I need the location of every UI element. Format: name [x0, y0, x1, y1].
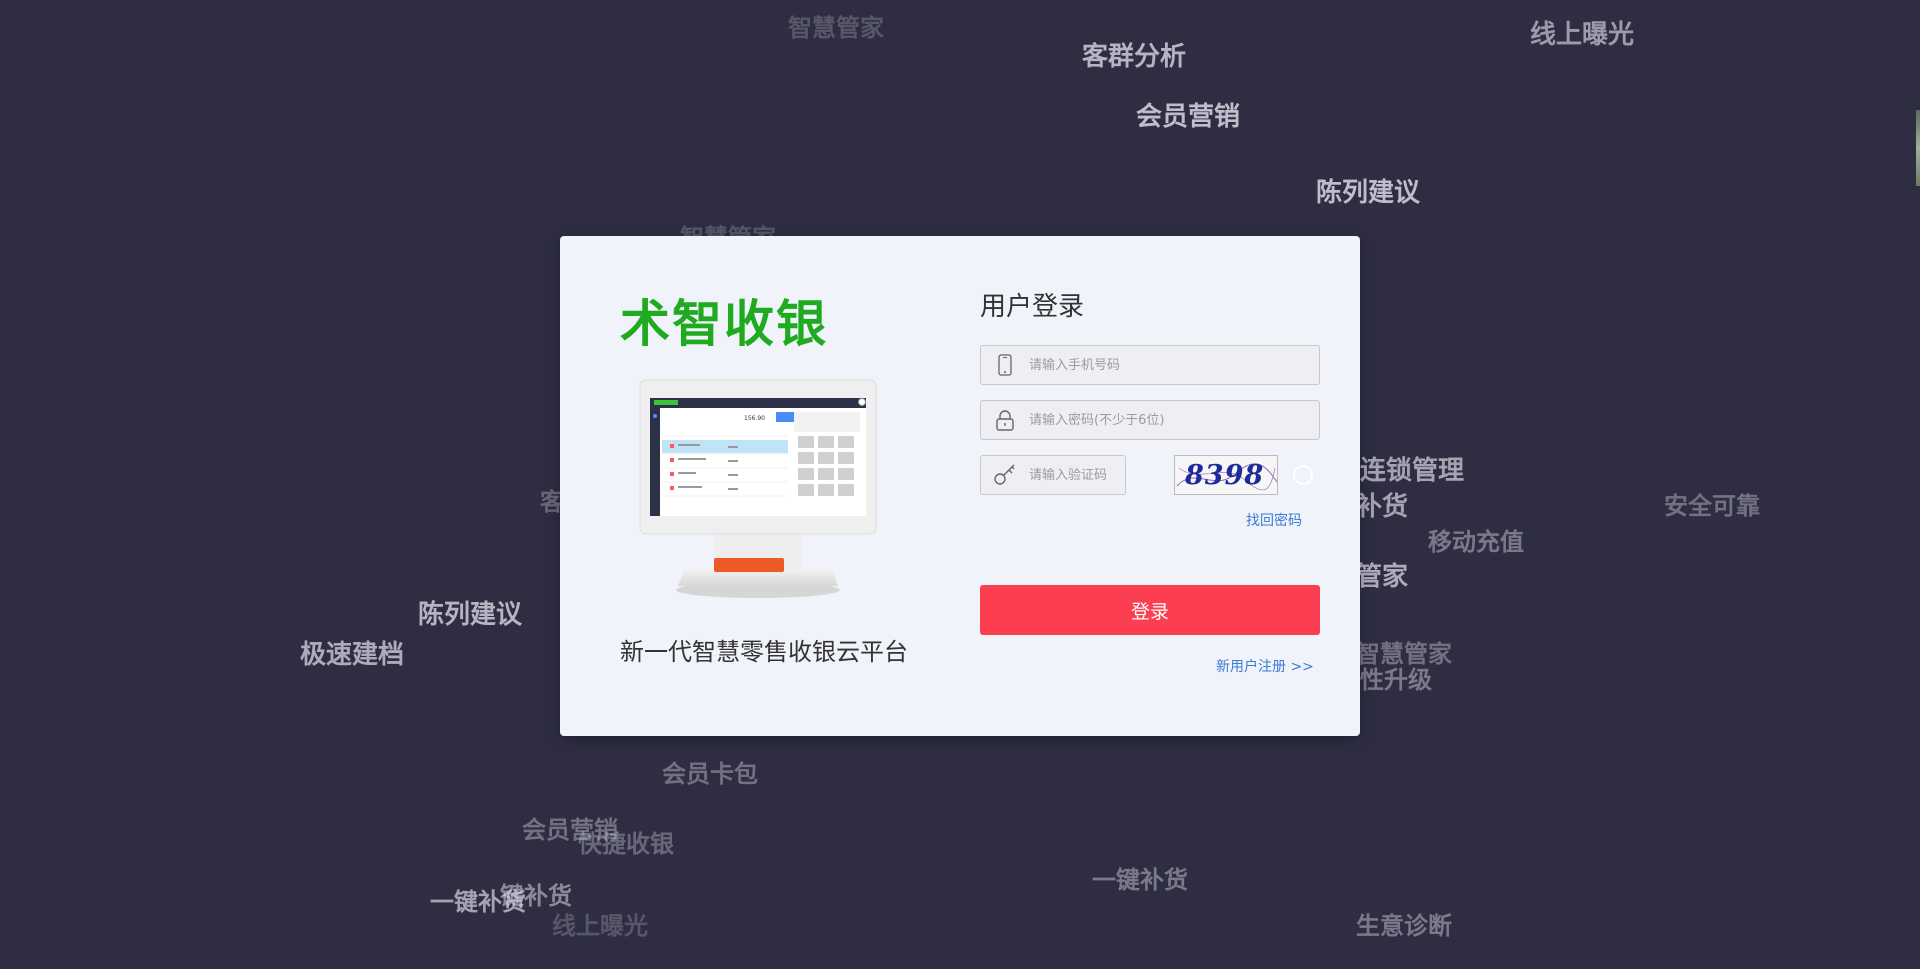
background-word: 快捷收银 — [578, 830, 674, 858]
background-word: 生意诊断 — [1356, 912, 1452, 940]
background-word: 客群分析 — [1082, 42, 1187, 72]
background-word: 会员卡包 — [662, 760, 758, 788]
form-title: 用户登录 — [980, 292, 1085, 322]
password-field[interactable] — [980, 400, 1320, 440]
background-word: 智慧管家 — [788, 14, 884, 42]
login-card: 术智收银 156.90 新一代智慧零售收银云平台 用户登录 请输入手机号码 请输… — [560, 236, 1360, 736]
brand-logo: 术智收银 — [620, 295, 828, 353]
captcha-input[interactable] — [1029, 457, 1119, 493]
key-icon — [981, 456, 1029, 494]
refresh-captcha-icon[interactable] — [1293, 465, 1313, 485]
lock-icon — [981, 401, 1029, 439]
background-word: 连锁管理 — [1360, 456, 1465, 486]
login-form: 用户登录 请输入手机号码 请输入验证码 8398 找回密码 登录 新用户注册 >… — [980, 236, 1320, 736]
phone-field[interactable] — [980, 345, 1320, 385]
background-word: 极速建档 — [300, 640, 405, 670]
background-word: 陈列建议 — [418, 600, 523, 630]
register-link[interactable]: 新用户注册 >> — [1216, 656, 1314, 676]
background-word: 管家 — [1356, 562, 1409, 592]
background-word: 移动充值 — [1428, 528, 1524, 556]
phone-input[interactable] — [1029, 347, 1299, 383]
background-word: 线上曝光 — [552, 912, 648, 940]
captcha-field[interactable] — [980, 455, 1126, 495]
forgot-password-link[interactable]: 找回密码 — [1246, 510, 1302, 530]
captcha-image[interactable]: 8398 — [1174, 455, 1278, 495]
background-word: 线上曝光 — [1530, 20, 1635, 50]
pos-terminal-illustration: 156.90 — [639, 379, 877, 598]
edge-decoration — [1916, 110, 1920, 186]
platform-tagline: 新一代智慧零售收银云平台 — [620, 638, 908, 666]
background-word: 陈列建议 — [1316, 178, 1421, 208]
phone-icon — [981, 346, 1029, 384]
password-input[interactable] — [1029, 402, 1299, 438]
background-word: 一键补货 — [1092, 866, 1188, 894]
login-page: 智慧管家 客群分析 线上曝光 会员营销 陈列建议 智慧管家 连锁管理 补货 安全… — [0, 0, 1920, 969]
captcha-code: 8398 — [1185, 460, 1265, 491]
background-word: 补货 — [1356, 492, 1409, 522]
background-word: 安全可靠 — [1664, 492, 1760, 520]
device-amount-text: 156.90 — [744, 415, 765, 422]
background-word: 性升级 — [1360, 666, 1432, 694]
login-button[interactable]: 登录 — [980, 585, 1320, 635]
background-word: 会员营销 — [1136, 102, 1241, 132]
